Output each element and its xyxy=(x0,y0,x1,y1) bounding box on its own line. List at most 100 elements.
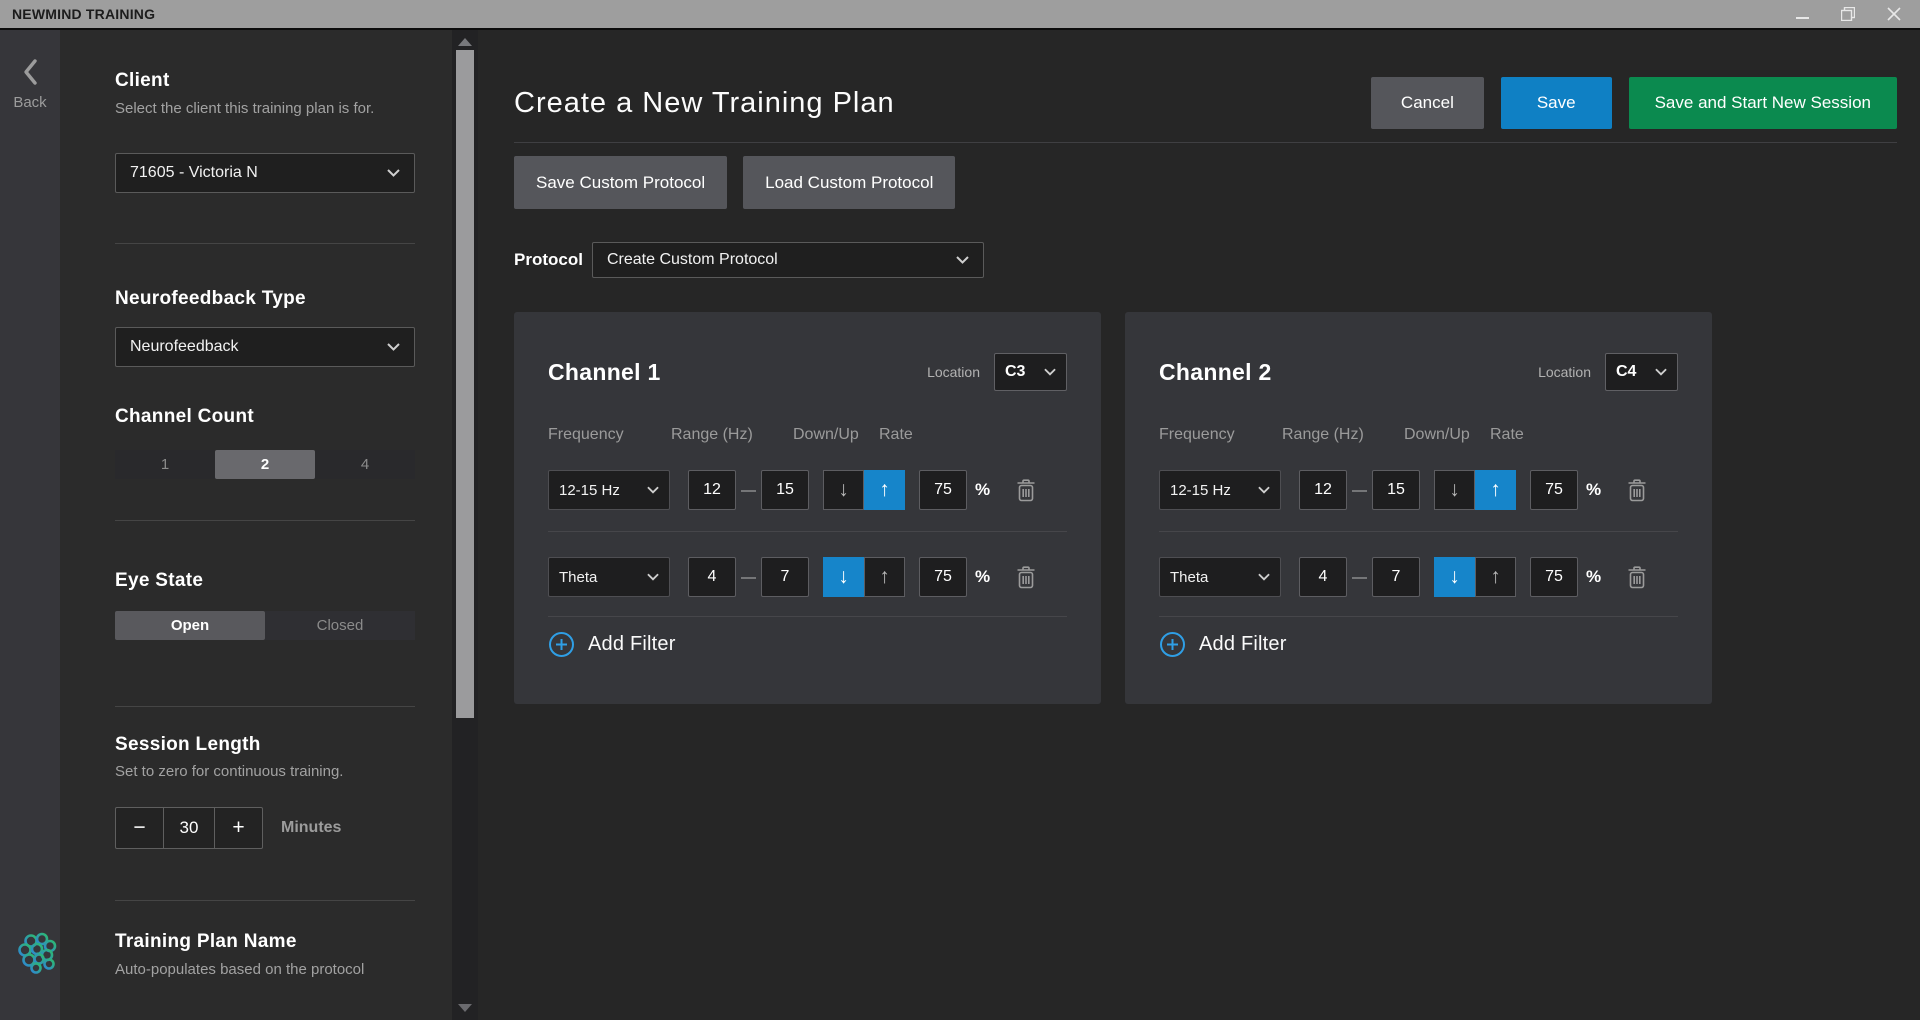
filter-row: 12-15 Hz 12 — 15 ↓ ↑ 75 % xyxy=(548,470,1067,510)
back-label: Back xyxy=(13,94,47,111)
client-description: Select the client this training plan is … xyxy=(115,100,375,117)
cancel-button[interactable]: Cancel xyxy=(1370,77,1484,129)
minimize-icon xyxy=(1795,17,1809,19)
divider xyxy=(514,142,1897,143)
session-length-value[interactable]: 30 xyxy=(163,808,215,848)
session-length-units-label: Minutes xyxy=(281,819,342,836)
filter-row: Theta 4 — 7 ↓ ↑ 75 % xyxy=(548,557,1067,597)
train-up-button[interactable]: ↑ xyxy=(864,557,905,597)
scrollbar-thumb[interactable] xyxy=(456,50,474,718)
range-column-header: Range (Hz) xyxy=(1282,426,1364,443)
channel-1-location-value: C3 xyxy=(1005,363,1026,380)
delete-filter-button[interactable] xyxy=(1627,478,1647,502)
minimize-button[interactable] xyxy=(1794,6,1810,22)
training-plan-name-heading: Training Plan Name xyxy=(115,931,297,952)
client-select[interactable]: 71605 - Victoria N xyxy=(115,153,415,193)
delete-filter-button[interactable] xyxy=(1016,565,1036,589)
rate-input[interactable]: 75 xyxy=(919,557,967,597)
divider xyxy=(115,243,415,244)
scroll-up-arrow-icon[interactable] xyxy=(458,38,472,46)
eye-state-heading: Eye State xyxy=(115,570,204,591)
frequency-select[interactable]: 12-15 Hz xyxy=(1159,470,1281,510)
app-title: NEWMIND TRAINING xyxy=(12,6,156,22)
chevron-down-icon xyxy=(956,256,969,264)
session-length-decrement-button[interactable]: − xyxy=(116,808,163,848)
channel-count-option-2[interactable]: 2 xyxy=(215,450,315,479)
divider xyxy=(548,531,1067,532)
range-high-input[interactable]: 7 xyxy=(1372,557,1420,597)
filter-row: Theta 4 — 7 ↓ ↑ 75 % xyxy=(1159,557,1678,597)
rate-input[interactable]: 75 xyxy=(919,470,967,510)
load-custom-protocol-button[interactable]: Load Custom Protocol xyxy=(743,156,956,209)
page-title: Create a New Training Plan xyxy=(514,86,895,119)
range-high-input[interactable]: 7 xyxy=(761,557,809,597)
frequency-select[interactable]: 12-15 Hz xyxy=(548,470,670,510)
restore-button[interactable] xyxy=(1840,6,1856,22)
train-down-button[interactable]: ↓ xyxy=(1434,470,1475,510)
eye-state-option-closed[interactable]: Closed xyxy=(265,611,415,640)
eye-state-option-open[interactable]: Open xyxy=(115,611,265,640)
titlebar: NEWMIND TRAINING xyxy=(0,0,1920,30)
plus-circle-icon xyxy=(1160,632,1185,657)
range-high-input[interactable]: 15 xyxy=(1372,470,1420,510)
range-high-input[interactable]: 15 xyxy=(761,470,809,510)
session-length-stepper: − 30 + xyxy=(115,807,263,849)
delete-filter-button[interactable] xyxy=(1016,478,1036,502)
scrollbar[interactable] xyxy=(452,30,478,1020)
channel-count-option-1[interactable]: 1 xyxy=(115,450,215,479)
save-custom-protocol-button[interactable]: Save Custom Protocol xyxy=(514,156,728,209)
scroll-down-arrow-icon[interactable] xyxy=(458,1004,472,1012)
percent-label: % xyxy=(1585,480,1602,499)
channel-2-location-select[interactable]: C4 xyxy=(1605,353,1678,391)
divider xyxy=(115,706,415,707)
filter-row: 12-15 Hz 12 — 15 ↓ ↑ 75 % xyxy=(1159,470,1678,510)
rate-input[interactable]: 75 xyxy=(1530,557,1578,597)
channel-1-title: Channel 1 xyxy=(548,358,661,385)
neurofeedback-type-select[interactable]: Neurofeedback xyxy=(115,327,415,367)
train-up-button[interactable]: ↑ xyxy=(1475,557,1516,597)
rate-input[interactable]: 75 xyxy=(1530,470,1578,510)
train-down-button[interactable]: ↓ xyxy=(823,470,864,510)
protocol-select[interactable]: Create Custom Protocol xyxy=(592,242,984,278)
range-low-input[interactable]: 12 xyxy=(1299,470,1347,510)
channel-1-card: Channel 1 Location C3 Frequency Range (H… xyxy=(514,312,1101,704)
add-filter-label: Add Filter xyxy=(588,633,676,655)
main-content: Create a New Training Plan Cancel Save S… xyxy=(478,30,1920,1020)
frequency-value: 12-15 Hz xyxy=(1170,481,1231,499)
train-up-button[interactable]: ↑ xyxy=(864,470,905,510)
frequency-select[interactable]: Theta xyxy=(1159,557,1281,597)
chevron-down-icon xyxy=(387,343,400,351)
channel-1-location-select[interactable]: C3 xyxy=(994,353,1067,391)
frequency-value: Theta xyxy=(1170,568,1209,586)
back-button[interactable]: Back xyxy=(0,30,60,1020)
range-low-input[interactable]: 4 xyxy=(1299,557,1347,597)
trash-icon xyxy=(1017,478,1035,501)
add-filter-button[interactable]: Add Filter xyxy=(548,631,676,658)
save-and-start-button[interactable]: Save and Start New Session xyxy=(1628,77,1897,129)
direction-toggle: ↓ ↑ xyxy=(1434,470,1516,510)
add-filter-button[interactable]: Add Filter xyxy=(1159,631,1287,658)
channel-count-option-4[interactable]: 4 xyxy=(315,450,415,479)
header-actions: Cancel Save Save and Start New Session xyxy=(1370,77,1897,129)
frequency-value: Theta xyxy=(559,568,598,586)
protocol-label: Protocol xyxy=(514,250,583,269)
downup-column-header: Down/Up xyxy=(793,426,859,443)
divider xyxy=(115,520,415,521)
protocol-select-value: Create Custom Protocol xyxy=(607,251,778,268)
range-low-input[interactable]: 4 xyxy=(688,557,736,597)
training-plan-name-description: Auto-populates based on the protocol xyxy=(115,961,365,978)
range-column-header: Range (Hz) xyxy=(671,426,753,443)
range-low-input[interactable]: 12 xyxy=(688,470,736,510)
save-button[interactable]: Save xyxy=(1500,77,1612,129)
client-heading: Client xyxy=(115,70,170,91)
rate-column-header: Rate xyxy=(879,426,913,443)
train-down-button[interactable]: ↓ xyxy=(1434,557,1475,597)
delete-filter-button[interactable] xyxy=(1627,565,1647,589)
chevron-down-icon xyxy=(647,486,659,494)
train-down-button[interactable]: ↓ xyxy=(823,557,864,597)
close-button[interactable] xyxy=(1886,6,1902,22)
frequency-select[interactable]: Theta xyxy=(548,557,670,597)
train-up-button[interactable]: ↑ xyxy=(1475,470,1516,510)
sidebar: Client Select the client this training p… xyxy=(60,30,452,1020)
session-length-increment-button[interactable]: + xyxy=(215,808,262,848)
